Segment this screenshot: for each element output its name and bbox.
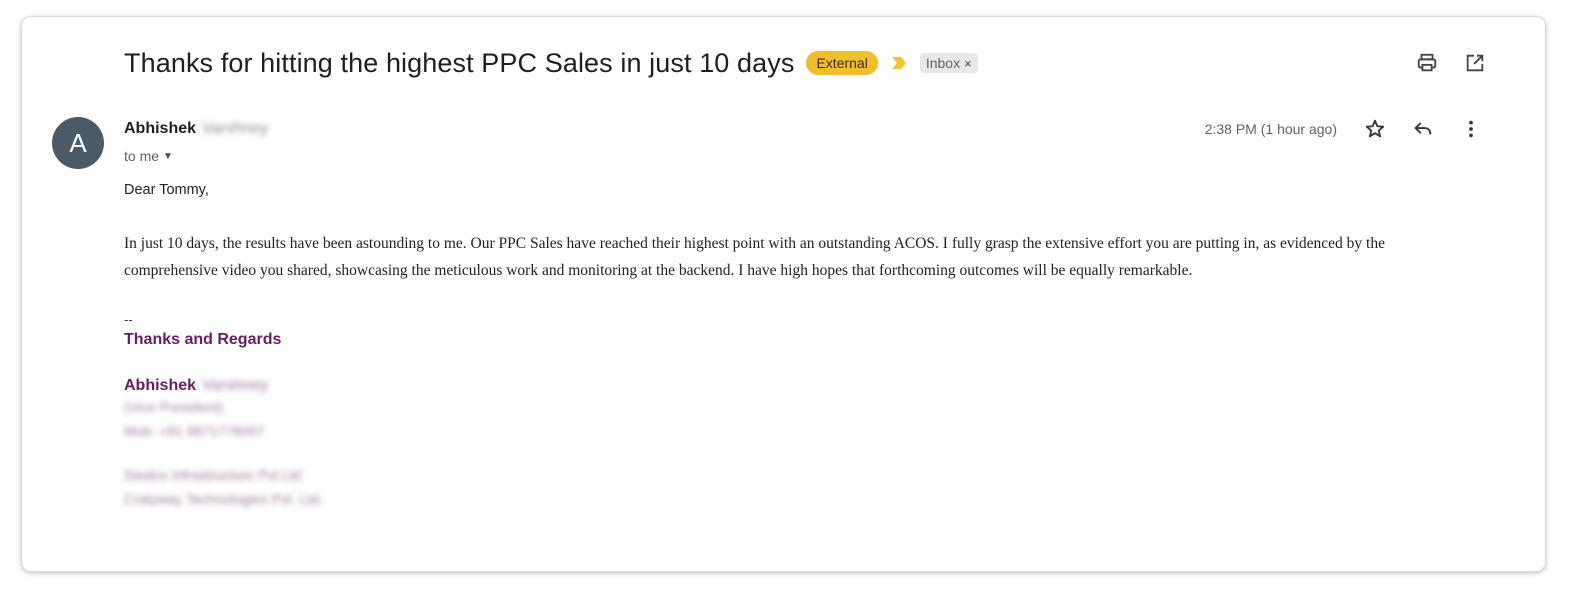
email-card: Thanks for hitting the highest PPC Sales… [21, 16, 1546, 572]
print-icon[interactable] [1415, 51, 1439, 75]
recipient-text: to me [124, 148, 160, 164]
chevron-down-icon[interactable]: ▼ [163, 151, 173, 162]
external-badge: External [806, 51, 878, 75]
signature-title-blurred: (Vice President) [124, 399, 224, 415]
email-subject: Thanks for hitting the highest PPC Sales… [124, 47, 795, 78]
sender-first-name: Abhishek [124, 120, 197, 137]
open-in-new-window-icon[interactable] [1463, 51, 1487, 75]
message-actions: 2:38 PM (1 hour ago) [1205, 117, 1483, 141]
subject-row: Thanks for hitting the highest PPC Sales… [124, 45, 978, 81]
avatar[interactable]: A [52, 117, 104, 169]
thread-actions [1415, 51, 1487, 75]
star-icon[interactable] [1363, 117, 1387, 141]
signature-phone-blurred: Mob: +91 9871776007 [124, 423, 265, 439]
message-paragraph: In just 10 days, the results have been a… [124, 235, 1385, 279]
more-vertical-icon[interactable] [1459, 117, 1483, 141]
signature-company-1-blurred: Stedco Infrastructure Pvt Ltd [124, 467, 302, 483]
message-timestamp: 2:38 PM (1 hour ago) [1204, 121, 1337, 137]
signature-company-2-blurred: Cratyway Technologies Pvt. Ltd. [124, 491, 323, 507]
label-inbox[interactable]: Inbox × [919, 53, 978, 73]
signature-name: Abhishek Varshney [124, 377, 1474, 395]
signature-first-name: Abhishek [124, 377, 197, 394]
remove-label-button[interactable]: × [964, 56, 972, 71]
greeting: Dear Tommy, [124, 182, 209, 198]
importance-marker-icon[interactable] [890, 55, 908, 71]
recipient-details[interactable]: to me ▼ [124, 148, 173, 164]
signature-regards: Thanks and Regards [124, 331, 282, 348]
sender-name[interactable]: Abhishek Varshney [124, 120, 268, 138]
reply-icon[interactable] [1411, 117, 1435, 141]
label-inbox-text: Inbox [925, 55, 961, 71]
signature-last-name-blurred: Varshney [202, 377, 269, 394]
sender-last-name-blurred: Varshney [202, 120, 269, 137]
signature-separator: -- [124, 312, 133, 327]
message-body: Dear Tommy, In just 10 days, the results… [124, 182, 1474, 511]
